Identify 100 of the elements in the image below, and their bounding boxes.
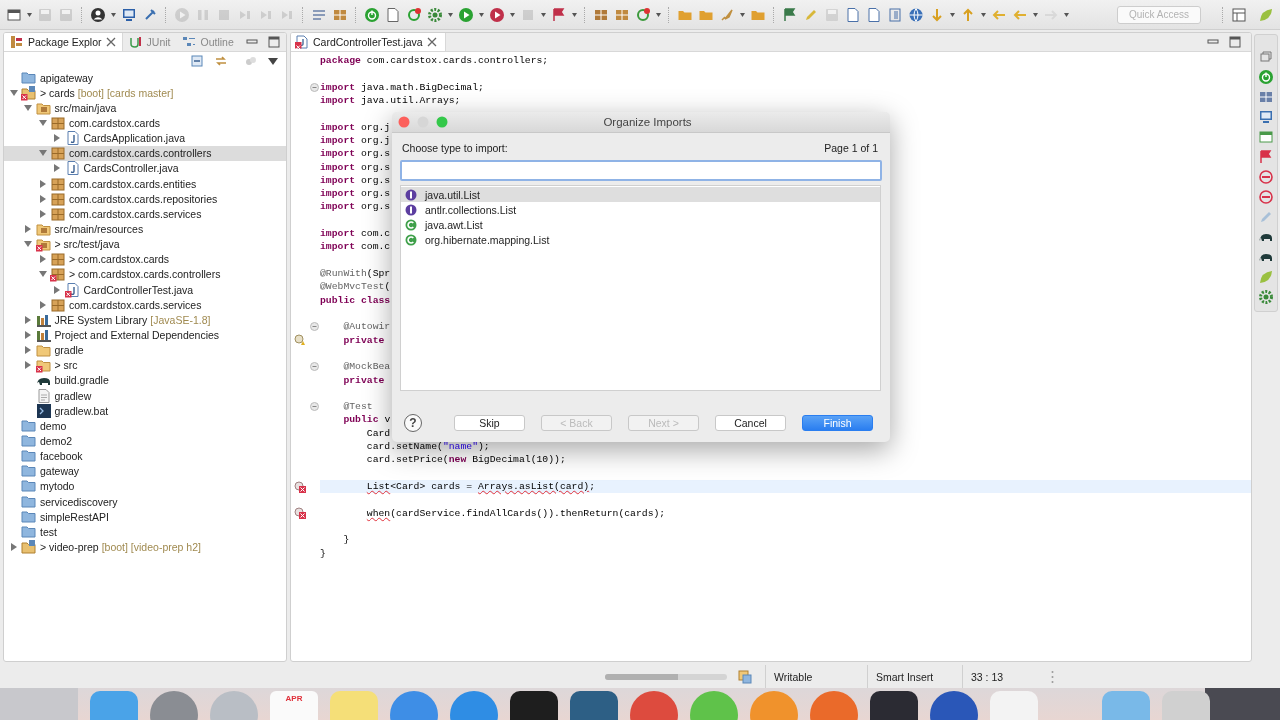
expanded-arrow-icon[interactable]	[38, 270, 47, 279]
refresh-icon[interactable]	[635, 6, 651, 23]
type-item[interactable]: java.util.List	[401, 187, 880, 203]
restore-icon[interactable]	[1258, 49, 1274, 65]
tree-item[interactable]: facebook	[4, 448, 286, 464]
error-icon[interactable]	[293, 507, 306, 520]
collapsed-arrow-icon[interactable]	[38, 209, 47, 218]
refresh-icon[interactable]	[406, 6, 422, 23]
tree-item[interactable]: apigateway	[4, 70, 286, 86]
caret-icon[interactable]	[510, 12, 515, 17]
collapsed-arrow-icon[interactable]	[9, 542, 18, 551]
page-icon[interactable]	[887, 6, 903, 23]
document-icon[interactable]	[845, 6, 861, 23]
monitor-icon[interactable]	[1258, 109, 1274, 125]
tree-item[interactable]: test	[4, 524, 286, 540]
calendar-icon[interactable]: APR	[270, 691, 318, 720]
tree-item[interactable]: com.cardstox.cards.services	[4, 206, 286, 222]
maximize-icon[interactable]	[268, 36, 280, 48]
gear-icon[interactable]	[1258, 289, 1274, 305]
collapsed-arrow-icon[interactable]	[53, 164, 61, 173]
tree-item[interactable]: gradlew.bat	[4, 403, 286, 419]
expanded-arrow-icon[interactable]	[24, 103, 32, 112]
collapsed-arrow-icon[interactable]	[24, 315, 32, 324]
document-icon[interactable]	[385, 6, 401, 23]
monitor-icon[interactable]	[121, 6, 137, 23]
quick-access-field[interactable]: Quick Access	[1117, 5, 1201, 24]
caret-icon[interactable]	[541, 12, 546, 17]
tree-item[interactable]: > video-prep [boot] [video-prep h2]	[4, 539, 286, 555]
caret-icon[interactable]	[448, 12, 453, 17]
fold-icon[interactable]	[309, 362, 319, 372]
tree-item[interactable]: com.cardstox.cards.repositories	[4, 191, 286, 207]
type-item[interactable]: antlr.collections.List	[401, 202, 880, 218]
view-tab[interactable]: Package Explor	[4, 33, 123, 51]
tree-item[interactable]: CardsController.java	[4, 160, 286, 176]
collapsed-arrow-icon[interactable]	[24, 361, 32, 370]
caret-icon[interactable]	[111, 12, 116, 17]
tree-item[interactable]: gateway	[4, 463, 286, 479]
tree-item[interactable]: src/main/java	[4, 100, 286, 116]
collapsed-arrow-icon[interactable]	[24, 346, 32, 355]
tree-item[interactable]: CardControllerTest.java	[4, 281, 286, 298]
caret-icon[interactable]	[740, 12, 745, 17]
collapse-all-icon[interactable]	[190, 54, 204, 68]
tree-item[interactable]: com.cardstox.cards.entities	[4, 176, 286, 192]
tree-item[interactable]: build.gradle	[4, 372, 286, 388]
dialog-button[interactable]: Skip	[454, 415, 525, 431]
expanded-arrow-icon[interactable]	[9, 88, 18, 97]
run-icon[interactable]	[489, 6, 505, 23]
power-icon[interactable]	[1258, 69, 1274, 85]
tree-item[interactable]: gradle	[4, 342, 286, 358]
arrow-down-icon[interactable]	[929, 6, 945, 23]
maximize-icon[interactable]	[1229, 36, 1241, 48]
tree-item[interactable]: demo	[4, 418, 286, 434]
gear-icon[interactable]	[427, 6, 443, 23]
fold-icon[interactable]	[309, 82, 319, 92]
tree-item[interactable]: > com.cardstox.cards.controllers	[4, 266, 286, 282]
caret-icon[interactable]	[479, 12, 484, 17]
tree-item[interactable]: com.cardstox.cards.controllers	[4, 145, 286, 161]
flag-icon[interactable]	[782, 6, 798, 23]
tree-item[interactable]: > com.cardstox.cards	[4, 251, 286, 267]
flag-icon[interactable]	[1258, 149, 1274, 165]
caret-icon[interactable]	[1033, 12, 1038, 17]
expanded-arrow-icon[interactable]	[38, 119, 47, 127]
collapsed-arrow-icon[interactable]	[38, 255, 47, 264]
type-item[interactable]: org.hibernate.mapping.List	[401, 232, 880, 248]
help-button[interactable]: ?	[404, 414, 422, 432]
run-icon[interactable]	[458, 6, 474, 23]
tree-item[interactable]: src/main/resources	[4, 221, 286, 237]
tree-item[interactable]: CardsApplication.java	[4, 130, 286, 146]
tree-item[interactable]: > cards [boot] [cards master]	[4, 85, 286, 101]
caret-icon[interactable]	[27, 12, 32, 17]
expanded-arrow-icon[interactable]	[38, 149, 47, 158]
error-icon[interactable]	[293, 480, 306, 493]
no-entry-icon[interactable]	[1258, 189, 1274, 205]
caret-icon[interactable]	[572, 12, 577, 17]
warning-icon[interactable]	[293, 334, 306, 347]
type-filter-field[interactable]	[400, 160, 882, 181]
dialog-button[interactable]: Cancel	[715, 415, 786, 431]
close-icon[interactable]	[398, 116, 410, 128]
flag-icon[interactable]	[551, 6, 567, 23]
tree-item[interactable]: com.cardstox.cards	[4, 115, 286, 131]
collapsed-arrow-icon[interactable]	[53, 285, 61, 294]
collapsed-arrow-icon[interactable]	[24, 224, 32, 233]
collapsed-arrow-icon[interactable]	[38, 179, 47, 188]
tree-item[interactable]: simpleRestAPI	[4, 509, 286, 525]
fold-icon[interactable]	[309, 322, 319, 332]
collapsed-arrow-icon[interactable]	[38, 194, 47, 203]
fold-icon[interactable]	[309, 402, 319, 412]
no-entry-icon[interactable]	[1258, 169, 1274, 185]
caret-icon[interactable]	[981, 12, 986, 17]
caret-icon[interactable]	[656, 12, 661, 17]
tree-item[interactable]: demo2	[4, 433, 286, 449]
tree-item[interactable]: Project and External Dependencies	[4, 327, 286, 343]
grip-icon[interactable]	[1051, 669, 1054, 684]
tree-item[interactable]: JRE System Library [JavaSE-1.8]	[4, 312, 286, 328]
person-icon[interactable]	[90, 6, 106, 23]
editor-tab[interactable]: CardControllerTest.java	[291, 33, 446, 51]
type-item[interactable]: java.awt.List	[401, 217, 880, 233]
grid-icon[interactable]	[1258, 89, 1274, 105]
collapsed-arrow-icon[interactable]	[53, 134, 61, 143]
caret-icon[interactable]	[950, 12, 955, 17]
